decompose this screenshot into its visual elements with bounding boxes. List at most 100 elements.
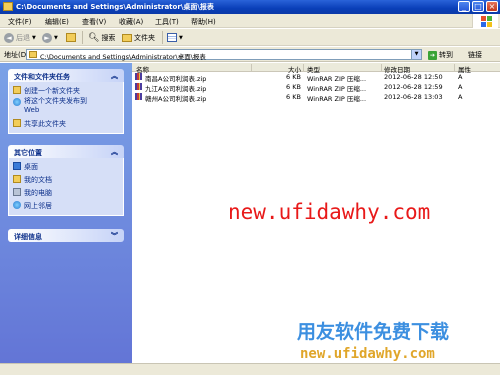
task-pane: 文件和文件夹任务 ︽ 创建一个新文件夹 将这个文件夹发布到 Web 共享此文件夹… xyxy=(0,63,132,363)
up-folder-button[interactable] xyxy=(66,32,76,43)
address-value: C:\Documents and Settings\Administrator\… xyxy=(40,53,206,61)
zip-archive-icon xyxy=(135,93,142,100)
watermark-brand: 用友软件免费下载 xyxy=(297,321,450,343)
place-label: 我的文档 xyxy=(24,176,52,184)
place-my-computer[interactable]: 我的电脑 xyxy=(13,188,52,198)
column-separator[interactable] xyxy=(381,64,382,71)
tasks-panel-body: 创建一个新文件夹 将这个文件夹发布到 Web 共享此文件夹 xyxy=(8,82,124,134)
file-row[interactable]: 南昌A公司利润表.zip 6 KB WinRAR ZIP 压缩... 2012-… xyxy=(132,72,500,83)
place-desktop[interactable]: 桌面 xyxy=(13,162,38,172)
folders-button[interactable]: 文件夹 xyxy=(122,32,155,43)
dropdown-arrow-icon: ▼ xyxy=(32,34,36,41)
task-label: 将这个文件夹发布到 Web xyxy=(24,97,87,114)
my-documents-icon xyxy=(13,175,21,183)
places-panel-header[interactable]: 其它位置 ︽ xyxy=(8,145,124,158)
tasks-panel-title: 文件和文件夹任务 xyxy=(14,73,70,81)
my-computer-icon xyxy=(13,188,21,196)
menu-help[interactable]: 帮助(H) xyxy=(191,17,216,27)
file-modified: 2012-06-28 12:50 xyxy=(384,73,443,81)
place-label: 桌面 xyxy=(24,163,38,171)
collapse-chevron-icon[interactable]: ︽ xyxy=(111,71,118,81)
menu-view[interactable]: 查看(V) xyxy=(82,17,106,27)
details-panel-title: 详细信息 xyxy=(14,233,42,241)
back-button[interactable]: ◄ 后退 ▼ xyxy=(4,32,36,43)
file-modified: 2012-06-28 13:03 xyxy=(384,93,443,101)
address-dropdown-icon[interactable]: ▼ xyxy=(411,50,421,59)
search-icon: 🔍︎ xyxy=(88,32,100,43)
file-type: WinRAR ZIP 压缩... xyxy=(307,95,367,103)
network-icon xyxy=(13,201,21,209)
toolbar: ◄ 后退 ▼ ► ▼ 🔍︎ 搜索 文件夹 ▼ xyxy=(0,29,500,46)
views-button[interactable]: ▼ xyxy=(167,32,183,43)
file-size: 6 KB xyxy=(286,93,301,101)
places-panel-title: 其它位置 xyxy=(14,149,42,157)
close-button[interactable]: × xyxy=(486,1,498,12)
task-label: 创建一个新文件夹 xyxy=(24,87,80,95)
dropdown-arrow-icon: ▼ xyxy=(179,34,183,41)
address-input[interactable]: C:\Documents and Settings\Administrator\… xyxy=(26,49,422,61)
maximize-button[interactable]: □ xyxy=(472,1,484,12)
place-my-documents[interactable]: 我的文档 xyxy=(13,175,52,185)
forward-button[interactable]: ► ▼ xyxy=(42,32,58,43)
folder-icon xyxy=(3,2,13,11)
file-name: 赣州A公司利润表.zip xyxy=(145,95,207,103)
file-attributes: A xyxy=(458,93,463,101)
place-network[interactable]: 网上邻居 xyxy=(13,201,52,211)
watermark-url-secondary: new.ufidawhy.com xyxy=(300,346,435,362)
go-label: 转到 xyxy=(439,51,453,59)
column-separator[interactable] xyxy=(454,64,455,71)
folders-icon xyxy=(122,33,132,42)
menu-edit[interactable]: 编辑(E) xyxy=(45,17,69,27)
address-bar: 地址(D) C:\Documents and Settings\Administ… xyxy=(0,47,500,62)
desktop-icon xyxy=(13,162,21,170)
file-attributes: A xyxy=(458,83,463,91)
share-folder-icon xyxy=(13,119,21,127)
dropdown-arrow-icon: ▼ xyxy=(54,34,58,41)
zip-archive-icon xyxy=(135,83,142,90)
column-separator[interactable] xyxy=(251,64,252,71)
file-row[interactable]: 赣州A公司利润表.zip 6 KB WinRAR ZIP 压缩... 2012-… xyxy=(132,92,500,103)
place-label: 网上邻居 xyxy=(24,202,52,210)
places-panel-body: 桌面 我的文档 我的电脑 网上邻居 xyxy=(8,158,124,216)
menu-tools[interactable]: 工具(T) xyxy=(155,17,179,27)
toolbar-separator xyxy=(82,31,83,44)
expand-chevron-icon[interactable]: ︾ xyxy=(111,231,118,241)
task-new-folder[interactable]: 创建一个新文件夹 xyxy=(13,86,80,96)
place-label: 我的电脑 xyxy=(24,189,52,197)
column-separator[interactable] xyxy=(303,64,304,71)
go-button[interactable]: ➔ 转到 xyxy=(428,50,453,60)
window-title: C:\Documents and Settings\Administrator\… xyxy=(16,3,214,11)
menu-favorites[interactable]: 收藏(A) xyxy=(119,17,143,27)
tasks-panel-header[interactable]: 文件和文件夹任务 ︽ xyxy=(8,69,124,82)
minimize-button[interactable]: _ xyxy=(458,1,470,12)
status-bar xyxy=(0,363,500,375)
details-panel-header[interactable]: 详细信息 ︾ xyxy=(8,229,124,242)
menu-bar: 文件(F) 编辑(E) 查看(V) 收藏(A) 工具(T) 帮助(H) xyxy=(0,14,500,28)
views-icon xyxy=(167,33,177,42)
folders-label: 文件夹 xyxy=(134,33,155,42)
zip-archive-icon xyxy=(135,73,142,80)
file-modified: 2012-06-28 12:59 xyxy=(384,83,443,91)
collapse-chevron-icon[interactable]: ︽ xyxy=(111,147,118,157)
menu-file[interactable]: 文件(F) xyxy=(8,17,32,27)
search-button[interactable]: 🔍︎ 搜索 xyxy=(88,32,115,43)
column-header-row: 名称 大小 类型 修改日期 属性 xyxy=(132,63,500,74)
task-publish-web[interactable]: 将这个文件夹发布到 Web xyxy=(13,97,87,115)
file-attributes: A xyxy=(458,73,463,81)
links-button[interactable]: 链接 xyxy=(468,50,482,60)
folder-icon xyxy=(29,51,37,58)
new-folder-icon xyxy=(13,86,21,94)
forward-arrow-icon: ► xyxy=(42,32,52,43)
up-folder-icon xyxy=(66,33,76,42)
watermark-url: new.ufidawhy.com xyxy=(228,200,431,224)
file-row[interactable]: 九江A公司利润表.zip 6 KB WinRAR ZIP 压缩... 2012-… xyxy=(132,82,500,93)
toolbar-separator xyxy=(162,31,163,44)
go-arrow-icon: ➔ xyxy=(428,50,437,60)
title-bar[interactable]: C:\Documents and Settings\Administrator\… xyxy=(0,0,500,14)
back-arrow-icon: ◄ xyxy=(4,32,14,43)
search-label: 搜索 xyxy=(101,33,116,42)
task-label: 共享此文件夹 xyxy=(24,120,66,128)
windows-logo-icon xyxy=(472,14,498,28)
task-share-folder[interactable]: 共享此文件夹 xyxy=(13,119,66,129)
publish-web-icon xyxy=(13,98,21,106)
